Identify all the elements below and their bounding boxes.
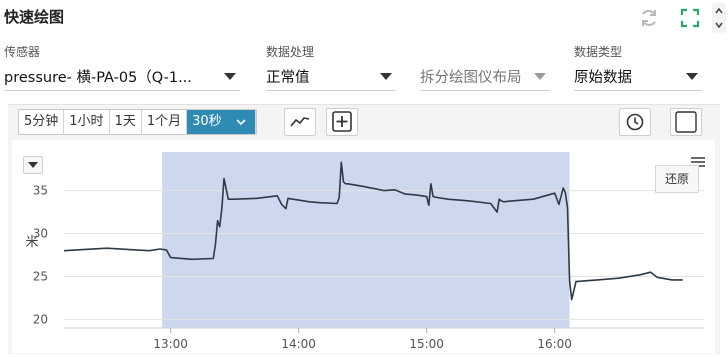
y-tick-label: 35	[33, 184, 48, 198]
processing-label: 数据处理	[266, 45, 315, 59]
reset-zoom-tooltip[interactable]: 还原	[655, 165, 699, 193]
fullscreen-icon[interactable]	[679, 7, 701, 29]
x-tick-label: 14:00	[281, 337, 316, 351]
add-box-icon	[332, 111, 352, 132]
sensor-label: 传感器	[4, 45, 41, 59]
time-button[interactable]	[619, 108, 651, 136]
processing-select-value: 正常值	[266, 70, 310, 86]
range-1mo-button[interactable]: 1个月	[142, 110, 188, 134]
datatype-select[interactable]: 原始数据	[574, 62, 702, 91]
sensor-select[interactable]: pressure- 横-PA-05（Q-1...	[4, 62, 240, 91]
range-selected-button[interactable]: 30秒	[187, 110, 227, 134]
x-tick-label: 15:00	[409, 337, 444, 351]
range-dropdown-button[interactable]	[226, 110, 256, 134]
clock-icon	[626, 113, 644, 131]
chevron-down-icon	[534, 73, 546, 80]
range-1d-button[interactable]: 1天	[110, 110, 142, 134]
y-axis-label: 米	[25, 235, 38, 250]
add-series-button[interactable]	[326, 108, 358, 136]
sensor-select-value: pressure- 横-PA-05（Q-1...	[4, 70, 192, 86]
refresh-icon[interactable]	[638, 7, 660, 29]
chevron-down-icon	[380, 73, 392, 80]
line-chart-button[interactable]	[284, 108, 316, 136]
line-chart[interactable]: 2025303513:00 14:00 15:00 16:00米	[12, 140, 715, 353]
chevron-down-icon	[686, 73, 698, 80]
datatype-select-value: 原始数据	[574, 70, 632, 86]
panel-title: 快速绘图	[4, 8, 65, 26]
scroll-arrows-icon	[715, 7, 723, 29]
chevron-down-icon	[236, 119, 246, 126]
range-button-group: 5分钟 1小时 1天 1个月 30秒	[18, 109, 257, 135]
range-1h-button[interactable]: 1小时	[64, 110, 110, 134]
x-tick-label: 13:00	[153, 337, 188, 351]
line-chart-icon	[290, 117, 310, 127]
chart-area: 20 25 30 35 13:00 14:00 15:00 16:00 米	[12, 140, 715, 353]
y-tick-label: 25	[33, 269, 48, 283]
y-tick-label: 20	[33, 312, 48, 326]
chevron-down-icon	[224, 73, 236, 80]
split-layout-select[interactable]: 拆分绘图仪布局	[420, 62, 550, 91]
square-icon	[675, 111, 697, 133]
scrollbar[interactable]	[712, 3, 726, 33]
datatype-label: 数据类型	[574, 45, 623, 59]
split-layout-select-value: 拆分绘图仪布局	[420, 70, 522, 86]
chart-options-dropdown[interactable]	[23, 156, 43, 174]
x-tick-label: 16:00	[537, 337, 572, 351]
processing-select[interactable]: 正常值	[266, 62, 396, 91]
range-5min-button[interactable]: 5分钟	[19, 110, 65, 134]
square-button[interactable]	[670, 108, 702, 136]
